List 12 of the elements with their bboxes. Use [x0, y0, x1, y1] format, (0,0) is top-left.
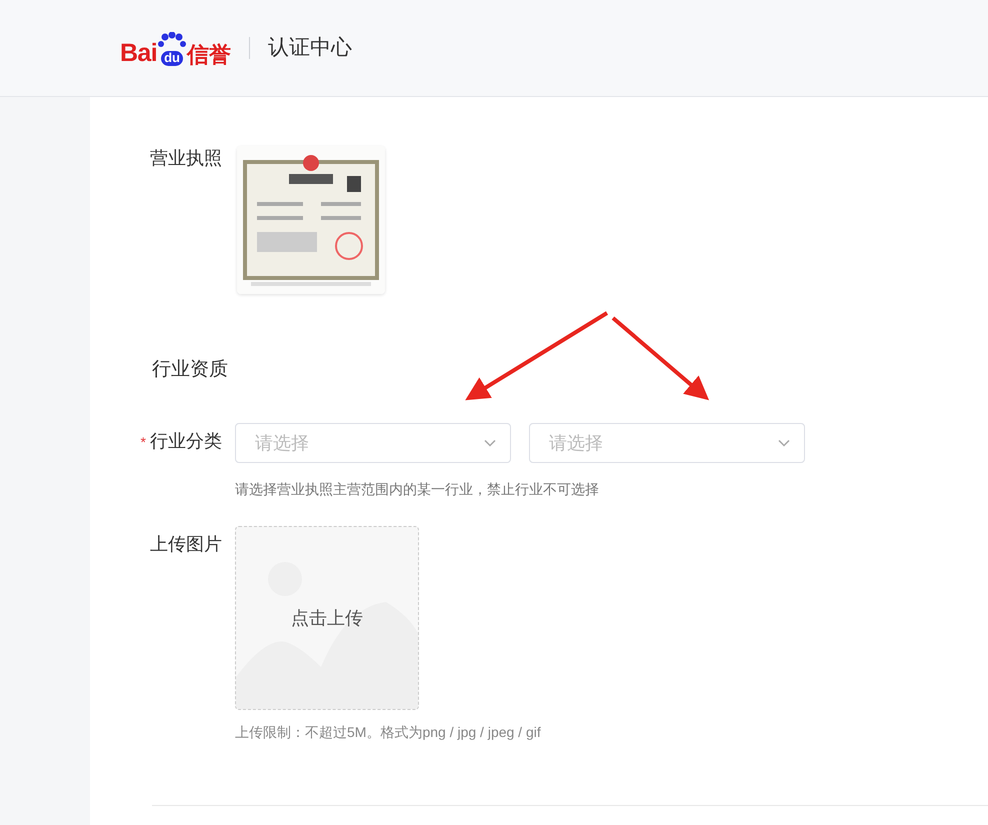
- hint-text: 上传限制：不超过5M。格式为png / jpg / jpeg / gif: [235, 723, 541, 742]
- page-title: 认证中心: [268, 35, 352, 62]
- chevron-down-icon: [484, 439, 496, 447]
- field-label: 上传图片: [150, 533, 222, 556]
- upload-box[interactable]: 点击上传: [235, 526, 419, 710]
- field-label: 营业执照: [150, 147, 222, 170]
- required-mark: *: [140, 433, 146, 452]
- section-title: 行业资质: [152, 358, 229, 382]
- chevron-down-icon: [778, 439, 790, 447]
- hint-text: 请选择营业执照主营范围内的某一行业，禁止行业不可选择: [235, 480, 600, 499]
- logo[interactable]: Bai du 信誉: [120, 30, 232, 66]
- field-label: 行业分类: [150, 430, 222, 453]
